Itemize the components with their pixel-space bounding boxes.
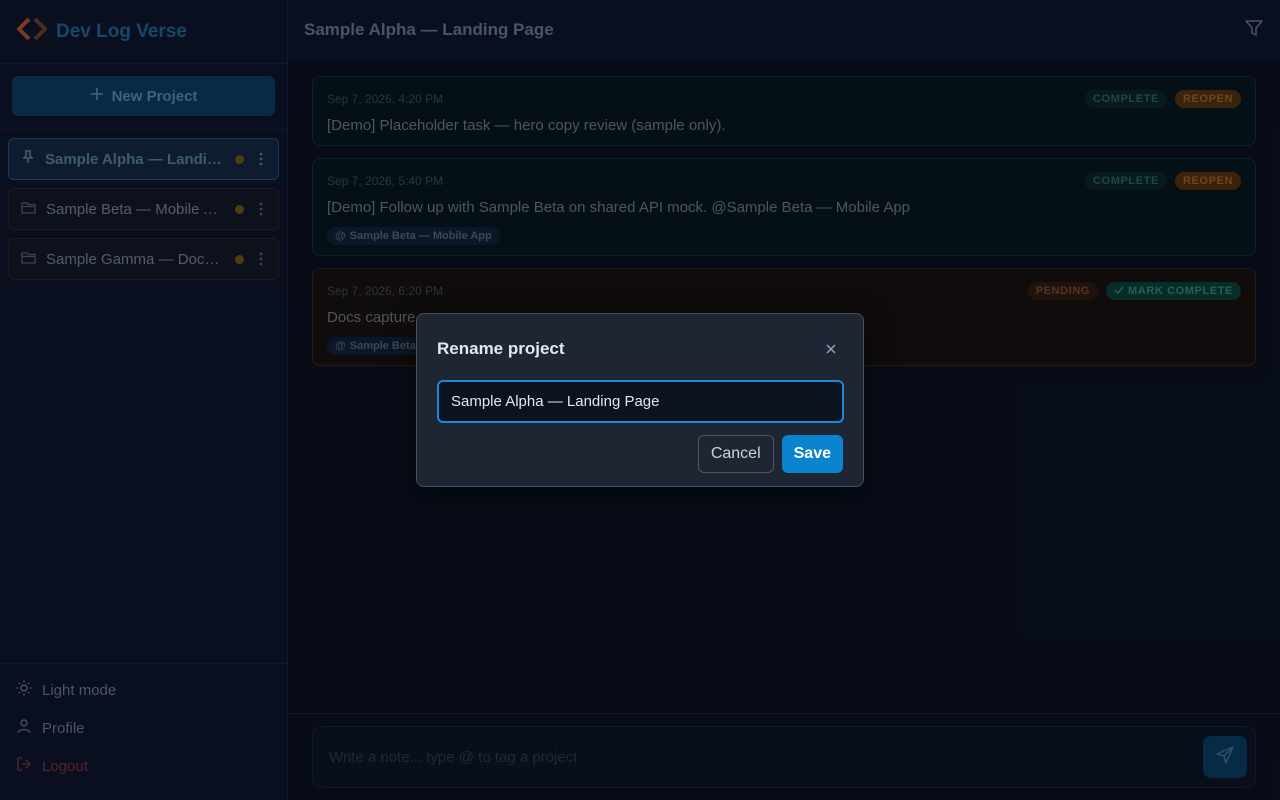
cancel-button[interactable]: Cancel bbox=[697, 435, 774, 473]
rename-project-dialog: Rename project Cancel Save bbox=[416, 313, 864, 487]
project-name-input[interactable] bbox=[437, 380, 844, 423]
dialog-title: Rename project bbox=[437, 339, 565, 358]
close-icon[interactable] bbox=[819, 337, 843, 361]
save-button[interactable]: Save bbox=[781, 435, 843, 473]
